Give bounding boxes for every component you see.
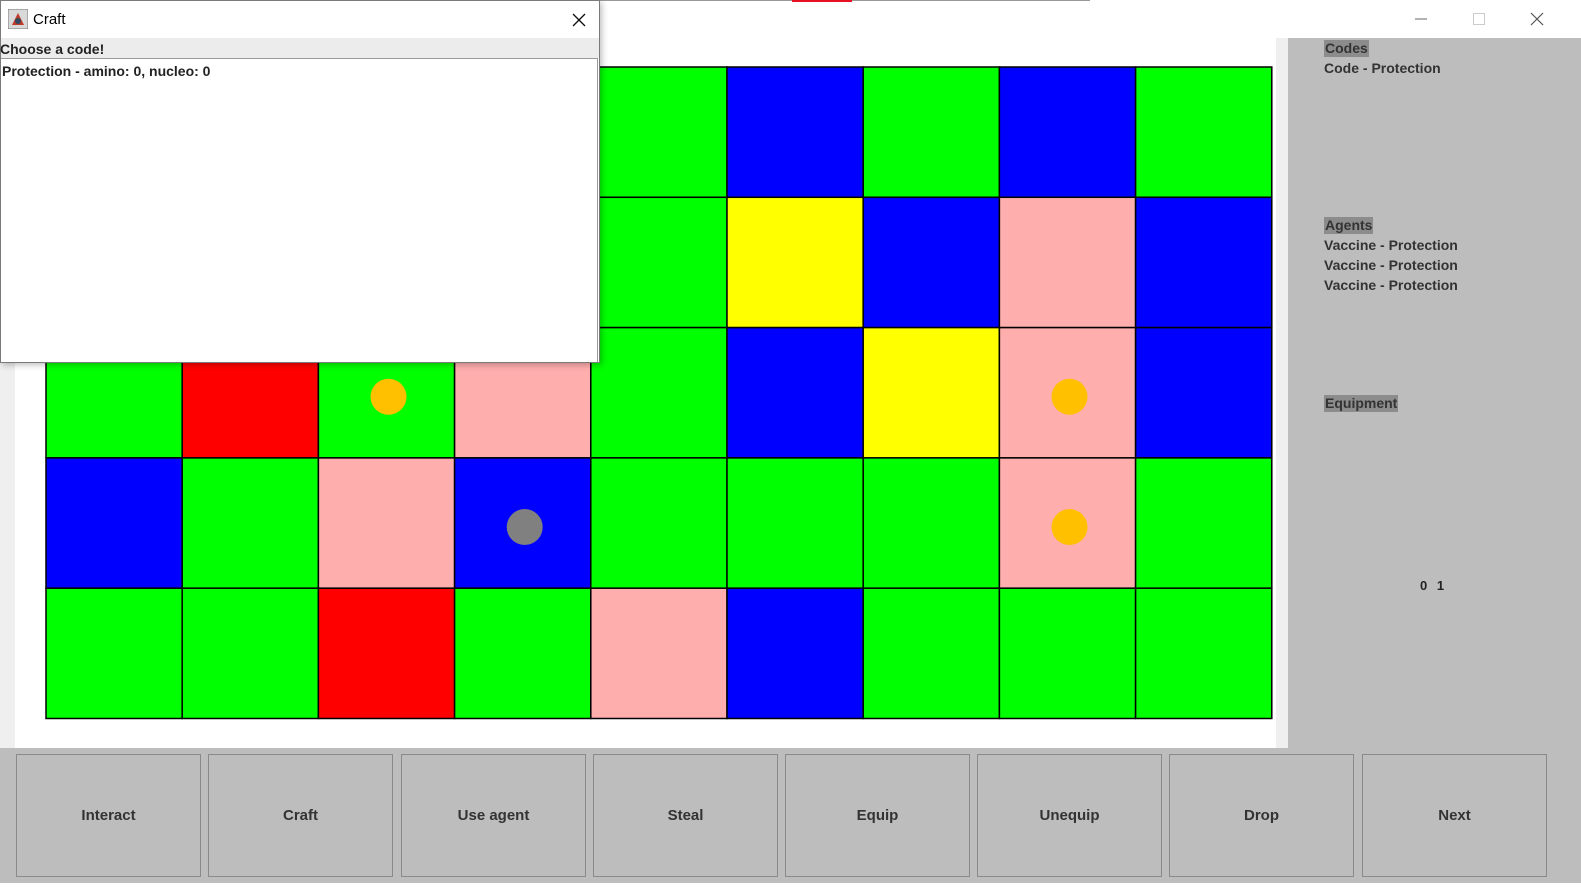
craft-button[interactable]: Craft [208,754,393,877]
grid-cell[interactable] [1134,196,1273,329]
grid-cell[interactable] [1134,587,1273,720]
codes-heading: Codes [1324,40,1369,57]
dialog-title-bar: Craft [1,1,599,38]
grid-cell[interactable] [1134,457,1273,589]
grid-cell[interactable] [590,587,728,720]
interact-button[interactable]: Interact [16,754,201,877]
grid-cell[interactable] [317,587,456,720]
unequip-button[interactable]: Unequip [977,754,1162,877]
game-token[interactable] [506,509,543,546]
maximize-icon[interactable] [1464,6,1494,32]
grid-cell[interactable] [862,66,1001,199]
agents-heading: Agents [1324,217,1374,234]
grid-cell[interactable] [1134,66,1273,199]
agent-item[interactable]: Vaccine - Protection [1324,255,1458,275]
game-token[interactable] [370,378,407,415]
drop-button[interactable]: Drop [1169,754,1354,877]
game-token[interactable] [1051,378,1088,415]
grid-cell[interactable] [862,326,1001,459]
java-app-icon [8,9,28,29]
game-token[interactable] [1051,509,1088,546]
close-icon[interactable] [566,7,592,33]
grid-cell[interactable] [45,457,183,589]
grid-cell[interactable] [862,457,1001,589]
grid-cell[interactable] [726,66,864,199]
grid-cell[interactable] [862,196,1001,329]
grid-cell[interactable] [998,587,1137,720]
craft-dialog: Craft Choose a code! Protection - amino:… [0,0,600,363]
next-button[interactable]: Next [1362,754,1547,877]
grid-cell[interactable] [590,196,728,329]
agent-item[interactable]: Vaccine - Protection [1324,235,1458,255]
code-option[interactable]: Protection - amino: 0, nucleo: 0 [1,59,597,83]
bottom-edge [0,883,1581,893]
grid-cell[interactable] [590,66,728,199]
close-icon[interactable] [1522,6,1552,32]
grid-cell[interactable] [317,457,456,589]
dialog-title: Craft [33,11,66,28]
equipment-heading: Equipment [1324,395,1399,412]
panel-divider [1276,38,1288,748]
grid-cell[interactable] [453,587,592,720]
grid-cell[interactable] [590,457,728,589]
side-panel: Codes Code - Protection Agents Vaccine -… [1288,38,1581,748]
action-bar: Interact Craft Use agent Steal Equip Une… [0,748,1581,883]
dialog-prompt: Choose a code! [0,38,599,58]
grid-cell[interactable] [590,326,728,459]
grid-cell[interactable] [998,66,1137,199]
use-agent-button[interactable]: Use agent [401,754,586,877]
grid-cell[interactable] [1134,326,1273,459]
turn-counter: 0 1 [1420,578,1445,593]
agent-item[interactable]: Vaccine - Protection [1324,275,1458,295]
grid-cell[interactable] [181,587,320,720]
grid-cell[interactable] [726,457,864,589]
title-bar-accent [792,0,852,2]
grid-cell[interactable] [726,196,864,329]
grid-cell[interactable] [181,457,320,589]
code-list[interactable]: Protection - amino: 0, nucleo: 0 [1,58,598,362]
grid-cell[interactable] [998,196,1137,329]
grid-cell[interactable] [45,587,183,720]
equip-button[interactable]: Equip [785,754,970,877]
grid-cell[interactable] [726,587,864,720]
code-item[interactable]: Code - Protection [1324,58,1441,78]
steal-button[interactable]: Steal [593,754,778,877]
grid-cell[interactable] [726,326,864,459]
grid-cell[interactable] [862,587,1001,720]
minimize-icon[interactable] [1406,6,1436,32]
